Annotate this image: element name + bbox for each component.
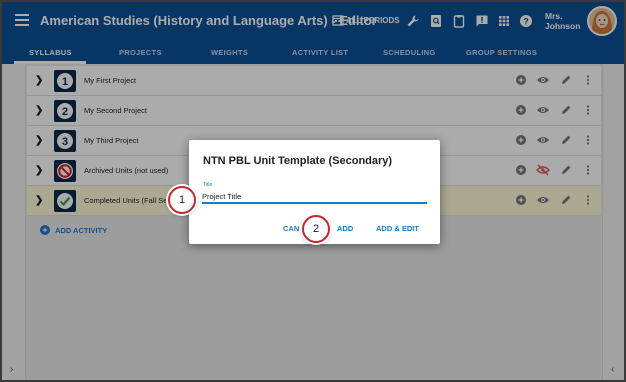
app-window: American Studies (History and Language A… bbox=[0, 0, 626, 382]
add-and-edit-button[interactable]: ADD & EDIT bbox=[376, 224, 419, 233]
add-button[interactable]: ADD bbox=[337, 224, 353, 233]
step-callout-1: 1 bbox=[168, 186, 196, 214]
title-field-label: Title bbox=[203, 182, 213, 188]
cancel-button[interactable]: CAN bbox=[283, 224, 299, 233]
title-input[interactable] bbox=[202, 190, 427, 204]
step-callout-2: 2 bbox=[302, 215, 330, 243]
dialog-title: NTN PBL Unit Template (Secondary) bbox=[203, 155, 393, 167]
